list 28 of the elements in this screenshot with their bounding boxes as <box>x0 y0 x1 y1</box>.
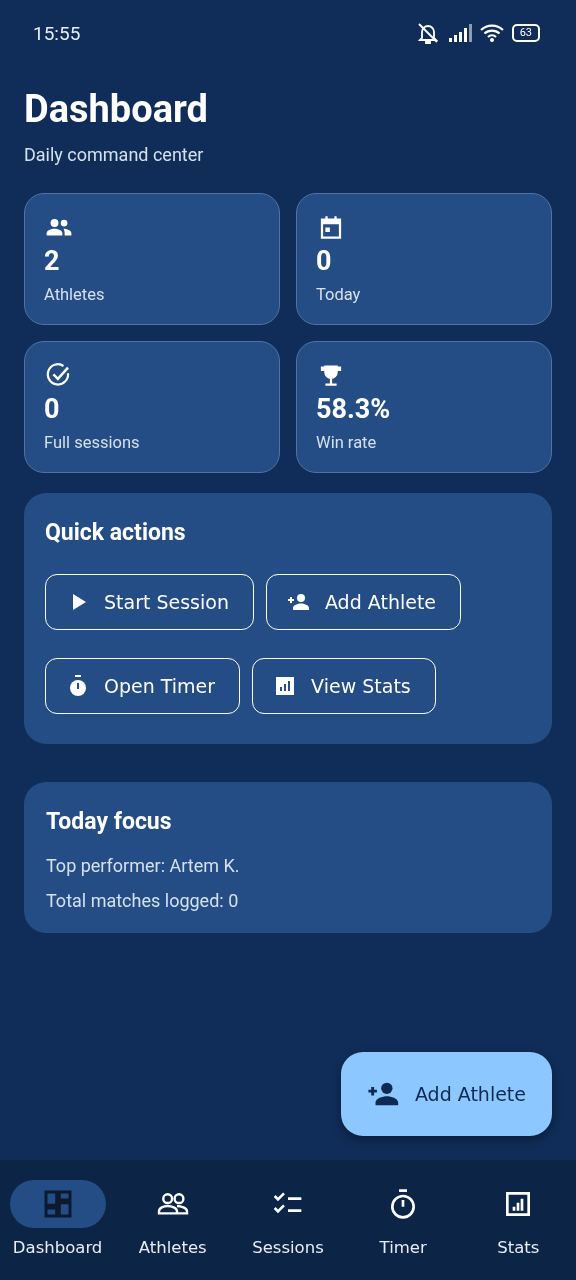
battery-level: 63 <box>511 24 540 42</box>
stat-value: 0 <box>316 245 332 277</box>
mute-icon <box>415 22 440 44</box>
nav-tab[interactable]: Athletes <box>116 1180 229 1257</box>
focus-line: Total matches logged: 0 <box>46 890 239 911</box>
nav-tab[interactable]: Stats <box>462 1180 575 1257</box>
wifi-icon <box>479 23 504 43</box>
stat-label: Full sessions <box>44 433 140 452</box>
status-time: 15:55 <box>33 21 81 45</box>
action-button[interactable]: Open Timer <box>45 658 241 714</box>
action-button[interactable]: Add Athlete <box>265 574 462 630</box>
stat-label: Athletes <box>44 285 105 304</box>
nav-tab[interactable]: Timer <box>347 1180 460 1257</box>
focus-line: Top performer: Artem K. <box>46 855 240 876</box>
stat-value: 2 <box>44 245 60 277</box>
stat-label: Win rate <box>316 433 377 452</box>
stat-value: 58.3% <box>316 393 391 425</box>
action-button[interactable]: View Stats <box>252 658 436 714</box>
card-title: Today focus <box>46 808 172 835</box>
nav-tab[interactable]: Sessions <box>231 1180 344 1257</box>
card-title: Quick actions <box>45 519 186 546</box>
page-title: Dashboard <box>24 86 208 132</box>
stat-label: Today <box>316 285 361 304</box>
signal-icon <box>447 24 472 42</box>
add-athlete-fab[interactable]: Add Athlete <box>340 1052 552 1136</box>
action-button[interactable]: Start Session <box>45 574 254 630</box>
stat-value: 0 <box>44 393 60 425</box>
page-subtitle: Daily command center <box>24 144 204 165</box>
